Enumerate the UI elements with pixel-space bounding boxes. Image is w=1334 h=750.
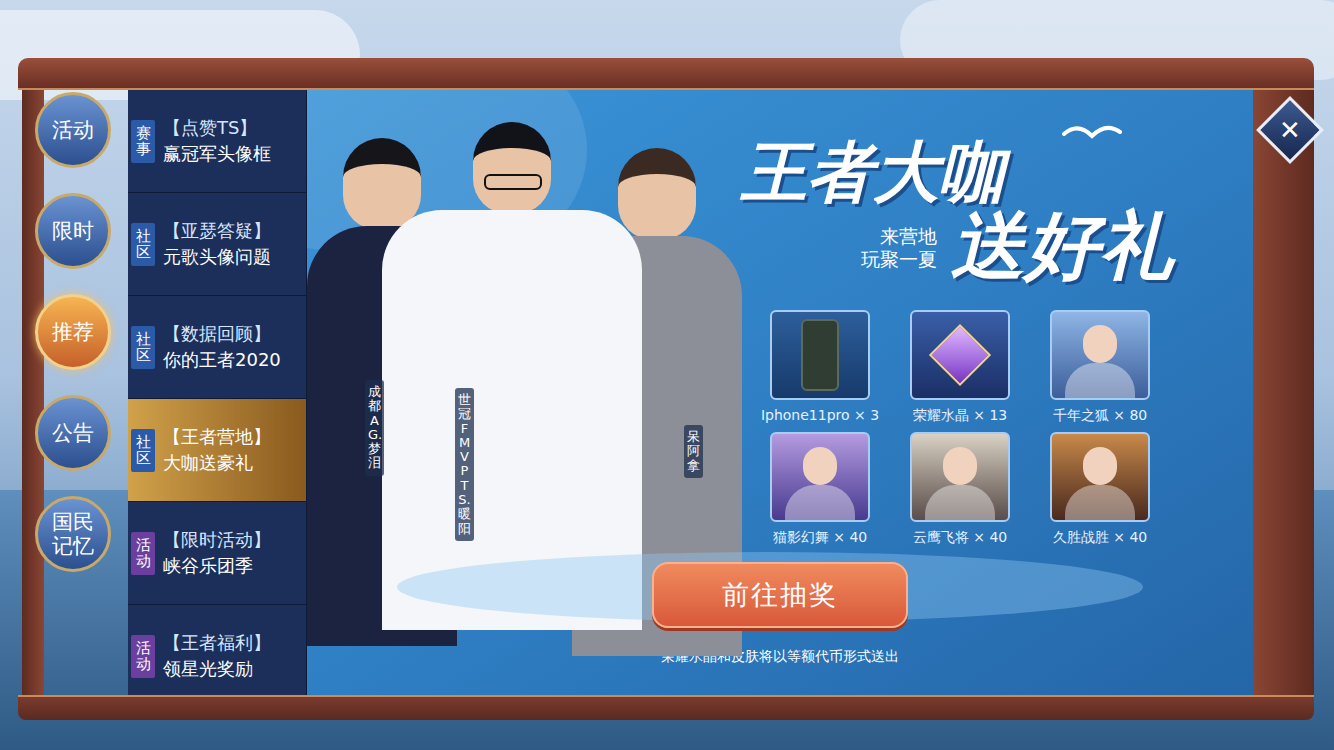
frame-top-bar [18,58,1314,90]
guest-name-label: 呆阿拿 [684,425,703,478]
event-banner: 成都 AG.梦泪 世冠 FMVP TS.暖阳 呆阿拿 王者大咖来营地玩聚一夏送好礼Ip… [307,90,1253,695]
sidebar-item[interactable]: 社区【数据回顾】你的王者2020 [128,296,306,399]
prize-grid: Iphone11pro × 3荣耀水晶 × 13千年之狐 × 80 猫影幻舞 × … [755,310,1253,546]
sidebar-item[interactable]: 活动【王者福利】领星光奖励 [128,605,306,695]
glasses-icon [484,174,542,190]
prize-image [1050,310,1150,400]
draw-button[interactable]: 前往抽奖 [652,562,908,628]
prize-item: 猫影幻舞 × 40 [755,432,885,546]
prize-image [910,310,1010,400]
sidebar-item[interactable]: 社区【亚瑟答疑】元歌头像问题 [128,193,306,296]
guests-photo: 成都 AG.梦泪 世冠 FMVP TS.暖阳 呆阿拿 [307,90,737,562]
sidebar-item[interactable]: 赛事【点赞TS】赢冠军头像框 [128,90,306,193]
category-tag: 社区 [131,429,155,472]
category-tag: 社区 [131,326,155,369]
close-button[interactable]: ✕ [1255,95,1325,165]
phone-icon [801,319,839,391]
prize-image [770,310,870,400]
prize-image [770,432,870,522]
category-tab[interactable]: 活动 [35,92,111,168]
skin-portrait-icon [785,447,855,522]
event-window: 活动限时推荐公告国民记忆 赛事【点赞TS】赢冠军头像框社区【亚瑟答疑】元歌头像问… [18,58,1314,720]
category-tab[interactable]: 国民记忆 [35,496,111,572]
guest-figure [382,122,642,630]
skin-portrait-icon [1065,447,1135,522]
sidebar-item[interactable]: 社区【王者营地】大咖送豪礼 [128,399,306,502]
sidebar-item[interactable]: 活动【限时活动】峡谷乐团季 [128,502,306,605]
frame-left-post [22,90,44,695]
prize-item: 久胜战胜 × 40 [1035,432,1165,546]
skin-portrait-icon [925,447,995,522]
banner-title: 王者大咖来营地玩聚一夏送好礼 [737,90,1253,310]
category-tag: 活动 [131,532,155,575]
category-tab[interactable]: 推荐 [35,294,111,370]
prize-item: 荣耀水晶 × 13 [895,310,1025,424]
guest-name-label: 成都 AG.梦泪 [365,380,384,476]
prize-item: Iphone11pro × 3 [755,310,885,424]
category-tabs: 活动限时推荐公告国民记忆 [18,90,128,695]
sidebar: 赛事【点赞TS】赢冠军头像框社区【亚瑟答疑】元歌头像问题社区【数据回顾】你的王者… [128,90,307,695]
frame-right-post: ✕ [1253,90,1314,695]
prize-image [910,432,1010,522]
skin-portrait-icon [1065,325,1135,400]
category-tag: 赛事 [131,120,155,163]
crystal-icon [929,324,991,386]
prize-item: 云鹰飞将 × 40 [895,432,1025,546]
prize-image [1050,432,1150,522]
category-tab[interactable]: 限时 [35,193,111,269]
guest-name-label: 世冠 FMVP TS.暖阳 [455,388,474,541]
category-tag: 活动 [131,635,155,678]
seagull-icon [1062,120,1122,150]
close-icon: ✕ [1279,117,1301,143]
category-tab[interactable]: 公告 [35,395,111,471]
prize-item: 千年之狐 × 80 [1035,310,1165,424]
category-tag: 社区 [131,223,155,266]
frame-bottom-bar [18,695,1314,720]
